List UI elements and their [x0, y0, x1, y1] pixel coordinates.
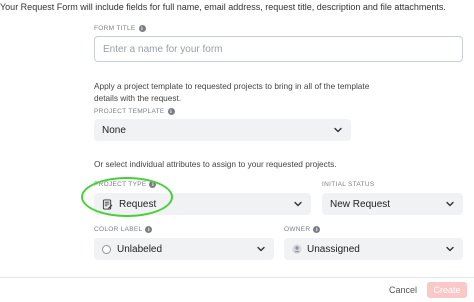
project-template-value: None	[102, 124, 126, 136]
form-title-input[interactable]	[95, 37, 462, 61]
color-label-label-text: COLOR LABEL	[94, 226, 143, 233]
owner-label-text: OWNER	[284, 226, 311, 233]
initial-status-select[interactable]: New Request	[322, 193, 463, 215]
cancel-button[interactable]: Cancel	[386, 282, 420, 298]
chevron-down-icon	[446, 201, 454, 207]
project-template-label: PROJECT TEMPLATE i	[94, 108, 175, 115]
initial-status-label-text: INITIAL STATUS	[322, 181, 375, 188]
owner-value: Unassigned	[307, 243, 360, 255]
info-icon[interactable]: i	[167, 108, 175, 115]
footer-divider	[0, 277, 474, 278]
chevron-down-icon	[257, 246, 265, 252]
color-label-select[interactable]: Unlabeled	[94, 238, 274, 260]
info-icon[interactable]: i	[145, 226, 153, 233]
template-description: Apply a project template to requested pr…	[94, 81, 370, 103]
form-title-label-text: FORM TITLE	[94, 25, 136, 32]
create-button[interactable]: Create	[427, 282, 467, 298]
attributes-description: Or select individual attributes to assig…	[94, 159, 337, 169]
intro-text: Your Request Form will include fields fo…	[0, 2, 446, 12]
empty-circle-icon	[102, 244, 111, 254]
owner-select[interactable]: Unassigned	[284, 238, 463, 260]
project-template-select[interactable]: None	[94, 119, 351, 141]
info-icon[interactable]: i	[138, 25, 146, 32]
chevron-down-icon	[446, 246, 454, 252]
initial-status-label: INITIAL STATUS	[322, 181, 374, 188]
project-template-label-text: PROJECT TEMPLATE	[94, 108, 165, 115]
chevron-down-icon	[294, 201, 302, 207]
highlight-circle	[81, 177, 173, 217]
initial-status-value: New Request	[330, 198, 391, 210]
owner-label: OWNER i	[284, 226, 321, 233]
chevron-down-icon	[334, 127, 342, 133]
color-label-label: COLOR LABEL i	[94, 226, 153, 233]
form-title-label: FORM TITLE i	[94, 25, 146, 32]
form-title-field[interactable]	[94, 36, 463, 62]
color-label-value: Unlabeled	[117, 243, 163, 255]
user-icon	[292, 244, 302, 254]
info-icon[interactable]: i	[313, 226, 321, 233]
